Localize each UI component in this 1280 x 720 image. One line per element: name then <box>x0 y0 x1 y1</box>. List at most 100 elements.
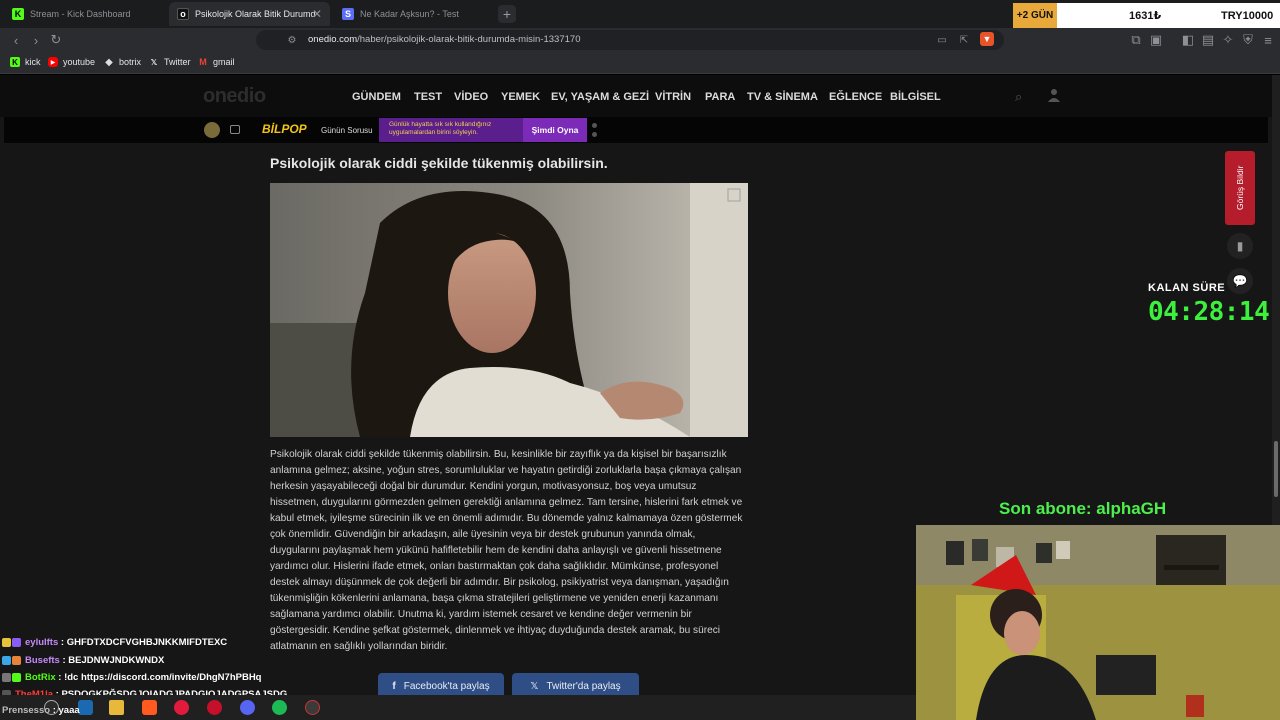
spotify-icon[interactable] <box>272 700 287 715</box>
bookmarks-bar: K kick ▶ youtube ◆ botrix 𝕏 Twitter M gm… <box>0 52 1280 74</box>
kick-icon: K <box>12 8 24 20</box>
url-domain: onedio.com <box>308 34 358 45</box>
video-icon <box>230 125 240 134</box>
browser-tab-onedio[interactable]: o Psikolojik Olarak Bitik Durumda... ✕ <box>169 2 330 26</box>
chat-message: Busefts : BEJDNWJNDKWNDX <box>2 652 164 668</box>
chat-text: BEJDNWJNDKWNDX <box>68 654 165 666</box>
search-icon[interactable]: ⌕ <box>1015 89 1022 105</box>
chat-badges <box>2 637 22 647</box>
opera-icon[interactable] <box>207 700 222 715</box>
browser-tab-kick[interactable]: K Stream - Kick Dashboard <box>4 2 165 26</box>
brave-icon[interactable] <box>142 700 157 715</box>
gmail-icon: M <box>199 57 207 67</box>
chat-username: eylulfts <box>25 636 59 648</box>
bilpop-logo: BİLPOP <box>262 122 307 136</box>
badge-icon <box>2 637 11 647</box>
share-facebook-label: Facebook'ta paylaş <box>403 680 490 692</box>
feedback-button[interactable]: Görüş Bildir <box>1225 151 1255 225</box>
badge-icon <box>2 655 11 665</box>
extensions-icon[interactable]: ⧉ <box>1128 32 1144 48</box>
onedio-icon: o <box>177 8 189 20</box>
article-body: Psikolojik olarak ciddi şekilde tükenmiş… <box>270 449 743 652</box>
badge-icon <box>12 637 21 647</box>
nav-vitrin[interactable]: VİTRİN <box>655 91 691 103</box>
nav-tv-sinema[interactable]: TV & SİNEMA <box>747 91 818 103</box>
donation-amount: 1631₺ <box>1129 10 1162 22</box>
bookmark-gmail[interactable]: M gmail <box>198 57 235 67</box>
menu-icon[interactable]: ≡ <box>1260 32 1276 48</box>
bookmark-youtube[interactable]: ▶ youtube <box>48 57 95 67</box>
bookmark-botrix[interactable]: ◆ botrix <box>104 56 142 68</box>
nav-test[interactable]: TEST <box>414 91 442 103</box>
install-icon[interactable]: ▭ <box>934 32 950 48</box>
reload-icon[interactable]: ↻ <box>48 32 64 48</box>
scrollbar-thumb[interactable] <box>1274 441 1278 497</box>
badge-icon <box>12 655 21 665</box>
bookmark-label: Twitter <box>164 57 191 67</box>
vpn-icon[interactable]: ⛨ <box>1240 32 1256 48</box>
chat-message: Prensesso : yaaa <box>2 704 80 716</box>
discord-icon[interactable] <box>240 700 255 715</box>
donation-goal: TRY10000 <box>1221 9 1274 22</box>
tab-title: Stream - Kick Dashboard <box>30 9 131 19</box>
user-icon[interactable] <box>1048 88 1060 102</box>
url-text: onedio.com/haber/psikolojik-olarak-bitik… <box>308 34 580 45</box>
nav-ev-yasam-gezi[interactable]: EV, YAŞAM & GEZİ <box>551 91 649 103</box>
chat-message: eylulfts : GHFDTXDCFVGHBJNKKMIFDTEXC <box>2 634 227 650</box>
bookmark-label: kick <box>25 57 41 67</box>
countdown-timer: 04:28:14 <box>1148 297 1270 327</box>
site-info-icon[interactable]: ⚙ <box>284 32 300 48</box>
chat-badges <box>2 655 22 665</box>
bookmark-label: gmail <box>213 57 235 67</box>
chat-username: BotRix <box>25 671 56 683</box>
chat-text: GHFDTXDCFVGHBJNKKMIFDTEXC <box>66 636 228 648</box>
x-icon: 𝕏 <box>530 680 539 692</box>
obs-icon[interactable] <box>305 700 320 715</box>
chat-text: !dc https://discord.com/invite/DhgN7hPBH… <box>64 671 262 683</box>
youtube-music-icon[interactable] <box>174 700 189 715</box>
bilpop-banner: BİLPOP Günün Sorusu Günlük hayatta sık s… <box>4 117 1268 143</box>
puzzle-icon[interactable]: ▣ <box>1148 32 1164 48</box>
browser-toolbar: ‹ › ↻ ☐ ⚙ onedio.com/haber/psikolojik-ol… <box>0 28 1280 52</box>
chat-badges <box>2 672 22 682</box>
botrix-icon: ◆ <box>105 56 113 68</box>
article-heading: Psikolojik olarak ciddi şekilde tükenmiş… <box>270 155 608 171</box>
windows-taskbar <box>0 695 916 720</box>
sidebar-icon[interactable]: ◧ <box>1180 32 1196 48</box>
wallet-icon[interactable]: ▤ <box>1200 32 1216 48</box>
comments-icon[interactable]: 💬 <box>1227 268 1253 294</box>
bookmark-kick[interactable]: K kick <box>10 57 41 67</box>
carousel-dot[interactable] <box>592 123 597 128</box>
leo-icon[interactable]: ✧ <box>1220 32 1236 48</box>
bookmark-label: botrix <box>119 57 142 67</box>
youtube-icon: ▶ <box>48 57 58 67</box>
play-now-button[interactable]: Şimdi Oyna <box>523 118 587 142</box>
carousel-dot[interactable] <box>592 132 597 137</box>
close-icon[interactable]: ✕ <box>312 7 322 21</box>
nav-gundem[interactable]: GÜNDEM <box>352 91 401 103</box>
nav-para[interactable]: PARA <box>705 91 735 103</box>
nav-yemek[interactable]: YEMEK <box>501 91 540 103</box>
bookmark-twitter[interactable]: 𝕏 Twitter <box>149 57 191 67</box>
nav-bilgisel[interactable]: BİLGİSEL <box>890 91 941 103</box>
new-tab-button[interactable]: + <box>498 5 516 23</box>
steam-icon[interactable] <box>78 700 93 715</box>
chat-username: Prensesso <box>2 704 51 716</box>
browser-tab-test[interactable]: S Ne Kadar Aşksun? - Test <box>334 2 494 26</box>
save-bookmark-icon[interactable]: ▮ <box>1227 233 1253 259</box>
test-icon: S <box>342 8 354 20</box>
nav-video[interactable]: VİDEO <box>454 91 488 103</box>
file-explorer-icon[interactable] <box>109 700 124 715</box>
brave-shield-icon[interactable]: ▼ <box>980 32 994 46</box>
chat-message: BotRix : !dc https://discord.com/invite/… <box>2 669 261 685</box>
site-logo[interactable]: onedio <box>203 85 266 108</box>
back-icon[interactable]: ‹ <box>8 32 24 48</box>
share-icon[interactable]: ⇱ <box>956 32 972 48</box>
tab-title: Psikolojik Olarak Bitik Durumda... <box>195 9 315 19</box>
share-twitter-button[interactable]: 𝕏 Twitter'da paylaş <box>512 673 639 695</box>
address-bar[interactable]: ⚙ onedio.com/haber/psikolojik-olarak-bit… <box>256 30 1004 50</box>
share-facebook-button[interactable]: f Facebook'ta paylaş <box>378 673 504 695</box>
forward-icon[interactable]: › <box>28 32 44 48</box>
nav-eglence[interactable]: EĞLENCE <box>829 91 882 103</box>
daily-question-text: Günlük hayatta sık sık kullandığınız uyg… <box>379 118 523 142</box>
